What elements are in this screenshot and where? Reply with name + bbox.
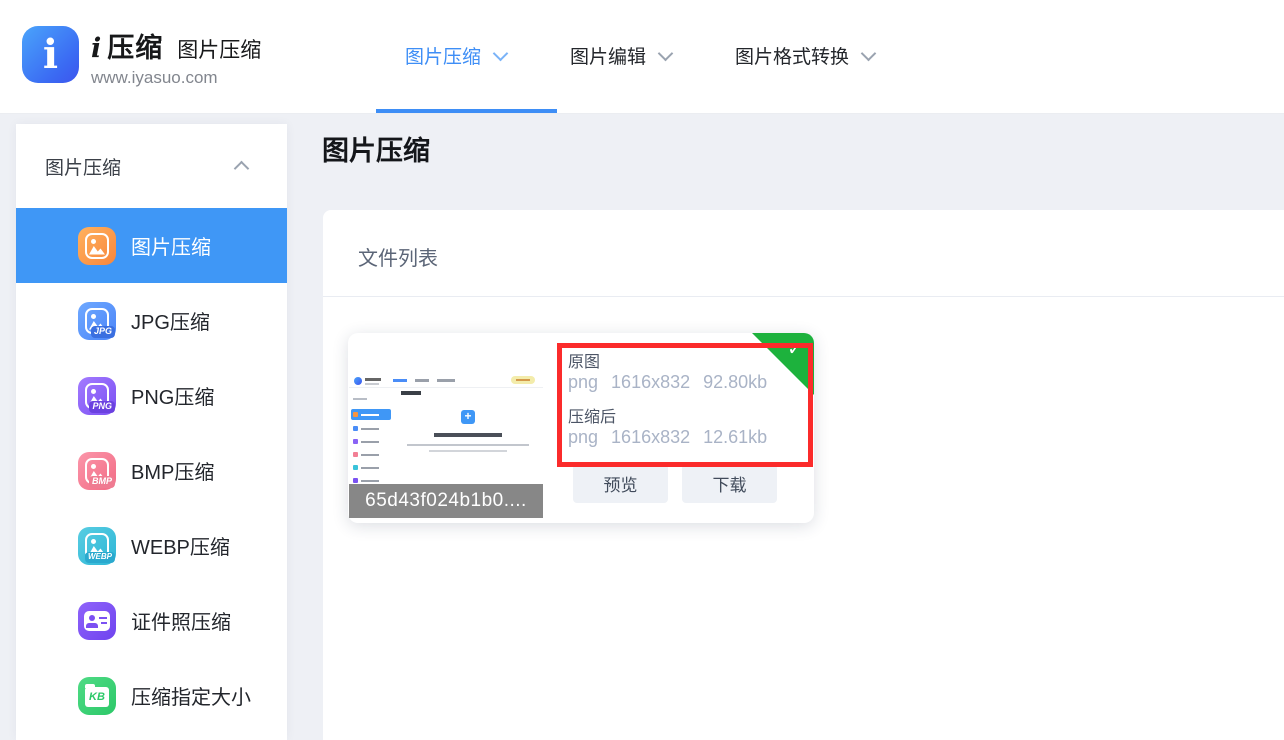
app-window: i i 压缩 图片压缩 www.iyasuo.com 图片压缩 图片编辑 <box>0 0 1284 740</box>
chevron-up-icon <box>234 160 250 176</box>
file-list-title: 文件列表 <box>358 242 438 271</box>
thumbnail-preview-image: + <box>349 374 543 474</box>
sidebar-item-id-photo-compress[interactable]: 证件照压缩 <box>16 583 287 658</box>
sidebar-item-target-size-compress[interactable]: KB 压缩指定大小 <box>16 658 287 733</box>
png-image-icon: PNG <box>78 377 116 415</box>
upload-plus-icon: + <box>461 410 475 424</box>
image-icon <box>78 227 116 265</box>
brand-title-prefix: i <box>91 33 101 64</box>
sidebar-item-jpg-compress[interactable]: JPG JPG压缩 <box>16 283 287 358</box>
brand-logo-icon: i <box>22 26 79 83</box>
nav-item-image-edit[interactable]: 图片编辑 <box>570 42 671 69</box>
nav-item-label: 图片压缩 <box>405 42 481 69</box>
folder-kb-icon: KB <box>78 677 116 715</box>
sidebar: 图片压缩 图片压缩 JPG JPG压缩 PNG PNG压缩 BMP BMP压缩 … <box>16 124 287 740</box>
nav-item-label: 图片格式转换 <box>735 42 849 69</box>
sidebar-group-title: 图片压缩 <box>45 153 121 180</box>
compressed-size: 12.61kb <box>703 427 767 447</box>
sidebar-item-label: 压缩指定大小 <box>131 681 251 710</box>
brand-url: www.iyasuo.com <box>91 68 261 88</box>
preview-button[interactable]: 预览 <box>573 464 668 503</box>
nav-item-label: 图片编辑 <box>570 42 646 69</box>
brand-text: i 压缩 图片压缩 www.iyasuo.com <box>91 26 261 88</box>
check-icon: ✓ <box>787 338 803 361</box>
sidebar-item-label: PNG压缩 <box>131 381 214 410</box>
file-thumbnail[interactable]: + 65d43f024b1b0.... <box>349 338 543 518</box>
sidebar-item-bmp-compress[interactable]: BMP BMP压缩 <box>16 433 287 508</box>
bmp-image-icon: BMP <box>78 452 116 490</box>
brand[interactable]: i i 压缩 图片压缩 www.iyasuo.com <box>22 26 261 88</box>
nav-item-format-convert[interactable]: 图片格式转换 <box>735 42 874 69</box>
main-nav: 图片压缩 图片编辑 图片格式转换 <box>405 42 874 69</box>
sidebar-item-label: 证件照压缩 <box>131 606 231 635</box>
id-card-icon <box>78 602 116 640</box>
site-header: i i 压缩 图片压缩 www.iyasuo.com 图片压缩 图片编辑 <box>0 0 1284 114</box>
original-format: png <box>568 372 598 392</box>
file-list-panel: 文件列表 <box>323 210 1284 740</box>
compressed-label: 压缩后 <box>568 403 616 427</box>
compressed-format: png <box>568 427 598 447</box>
page-title: 图片压缩 <box>322 129 430 168</box>
sidebar-item-webp-compress[interactable]: WEBP WEBP压缩 <box>16 508 287 583</box>
card-actions: 预览 下载 <box>573 464 777 503</box>
sidebar-item-label: WEBP压缩 <box>131 531 230 560</box>
file-name-label: 65d43f024b1b0.... <box>349 484 543 518</box>
chevron-down-icon <box>493 46 509 62</box>
active-nav-underline <box>376 109 557 113</box>
compressed-dimensions: 1616x832 <box>611 427 690 447</box>
sidebar-item-image-compress[interactable]: 图片压缩 <box>16 208 287 283</box>
download-button[interactable]: 下载 <box>682 464 777 503</box>
chevron-down-icon <box>861 46 877 62</box>
chevron-down-icon <box>658 46 674 62</box>
compressed-info: png 1616x832 12.61kb <box>568 427 780 448</box>
sidebar-item-label: 图片压缩 <box>131 231 211 260</box>
divider <box>323 296 1284 297</box>
brand-title: 压缩 <box>107 26 163 65</box>
brand-subtitle: 图片压缩 <box>177 34 261 64</box>
original-dimensions: 1616x832 <box>611 372 690 392</box>
logo-letter: i <box>43 35 58 75</box>
jpg-image-icon: JPG <box>78 302 116 340</box>
nav-item-image-compress[interactable]: 图片压缩 <box>405 42 506 69</box>
sidebar-item-label: BMP压缩 <box>131 456 214 485</box>
sidebar-item-label: JPG压缩 <box>131 306 210 335</box>
original-label: 原图 <box>568 348 600 372</box>
file-card: + 65d43f024b1b0.... 原图 png 1616x832 92.80k… <box>348 333 814 523</box>
sidebar-item-png-compress[interactable]: PNG PNG压缩 <box>16 358 287 433</box>
original-size: 92.80kb <box>703 372 767 392</box>
sidebar-group-header[interactable]: 图片压缩 <box>16 124 287 208</box>
original-info: png 1616x832 92.80kb <box>568 372 780 393</box>
webp-image-icon: WEBP <box>78 527 116 565</box>
